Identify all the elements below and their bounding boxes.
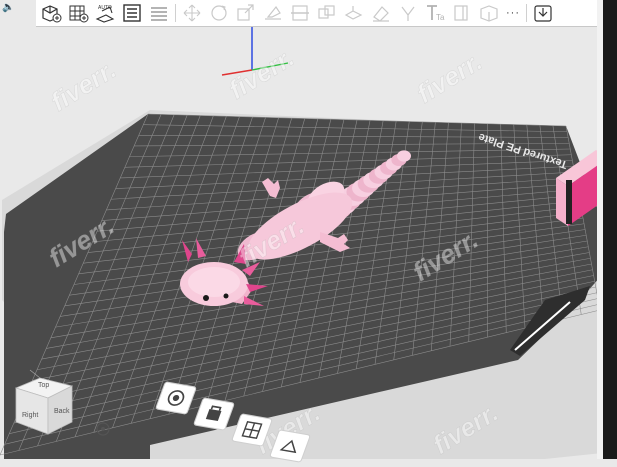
- layout-icon: [121, 3, 143, 23]
- measure-button[interactable]: [449, 1, 475, 25]
- move-button[interactable]: [179, 1, 205, 25]
- auto-orient-button[interactable]: AUTO: [92, 1, 118, 25]
- 3d-viewport[interactable]: Textured PE Plate fiverr.fiverr.five: [0, 0, 617, 459]
- view-cube[interactable]: Top Right Back: [10, 368, 80, 438]
- add-cube-icon: [40, 3, 62, 23]
- view-cube-shape: [10, 368, 80, 438]
- slice-plate-icon: [532, 3, 554, 23]
- slice-layers-icon: [148, 3, 170, 23]
- view-cube-back-label: Back: [54, 408, 70, 415]
- assembly-button[interactable]: [476, 1, 502, 25]
- auto-orient-icon: AUTO: [94, 3, 116, 23]
- split-objects-icon: [316, 3, 338, 23]
- toolbar-separator: [175, 4, 176, 22]
- view-cube-right-label: Right: [22, 412, 38, 419]
- split-parts-icon: [343, 3, 365, 23]
- toolbar-separator: [526, 4, 527, 22]
- watermark-text: fiverr.: [411, 46, 487, 109]
- more-icon[interactable]: ···: [503, 7, 523, 19]
- text-tool-label: Ta: [436, 13, 445, 22]
- seam-paint-icon: [397, 3, 419, 23]
- lay-on-face-button[interactable]: [260, 1, 286, 25]
- measure-icon: [451, 3, 473, 23]
- layout-button[interactable]: [119, 1, 145, 25]
- text-icon: Ta: [424, 3, 446, 23]
- lay-on-face-icon: [262, 3, 284, 23]
- move-icon: [181, 3, 203, 23]
- cut-button[interactable]: [287, 1, 313, 25]
- top-toolbar: AUTO Ta ···: [36, 0, 598, 27]
- arrange-grid-icon: [67, 3, 89, 23]
- slice-layers-button[interactable]: [146, 1, 172, 25]
- tail-segment: [397, 150, 411, 161]
- view-cube-top-label: Top: [38, 382, 49, 389]
- scale-icon: [235, 3, 257, 23]
- support-paint-button[interactable]: [368, 1, 394, 25]
- cut-icon: [289, 3, 311, 23]
- rotate-icon: [208, 3, 230, 23]
- seam-paint-button[interactable]: [395, 1, 421, 25]
- watermark-text: fiverr.: [223, 42, 299, 105]
- slice-plate-button[interactable]: [530, 1, 556, 25]
- scale-button[interactable]: [233, 1, 259, 25]
- arrange-button[interactable]: [65, 1, 91, 25]
- orient-compass-icon[interactable]: [94, 420, 112, 438]
- watermark-text: fiverr.: [45, 54, 121, 117]
- assembly-icon: [478, 3, 500, 23]
- text-tool-button[interactable]: Ta: [422, 1, 448, 25]
- split-parts-button[interactable]: [341, 1, 367, 25]
- add-object-button[interactable]: [38, 1, 64, 25]
- rotate-button[interactable]: [206, 1, 232, 25]
- right-side-panel: [603, 0, 617, 459]
- support-paint-icon: [370, 3, 392, 23]
- split-objects-button[interactable]: [314, 1, 340, 25]
